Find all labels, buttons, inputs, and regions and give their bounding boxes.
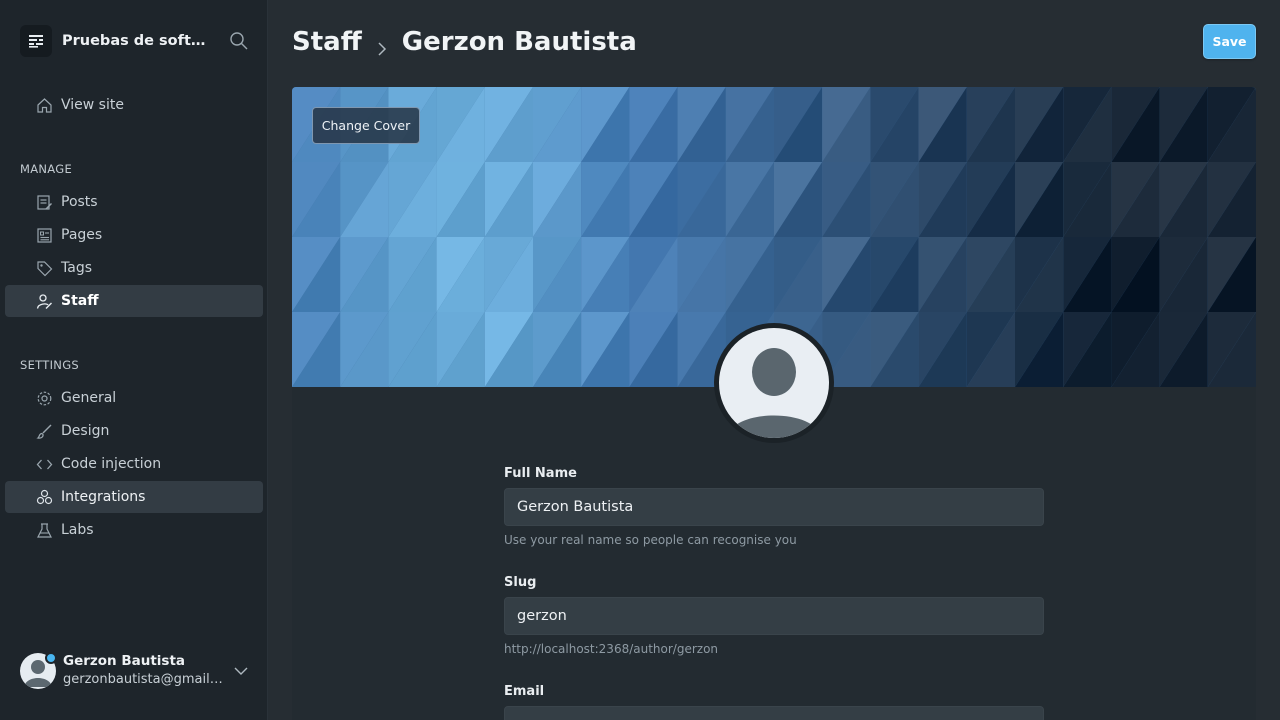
integrations-icon [36, 489, 53, 506]
full-name-field[interactable]: Gerzon Bautista [504, 488, 1044, 526]
brand: Pruebas de software [20, 25, 260, 57]
staff-icon [36, 293, 53, 310]
user-placeholder-icon [719, 328, 829, 438]
search-icon[interactable] [229, 31, 249, 51]
sidebar-item-label: Design [61, 423, 110, 439]
gear-icon [36, 390, 53, 407]
settings-section-title: SETTINGS [20, 358, 80, 372]
brush-icon [36, 423, 53, 440]
slug-label: Slug [504, 575, 537, 590]
change-cover-button[interactable]: Change Cover [312, 107, 420, 144]
user-menu[interactable]: Gerzon Bautista gerzonbautista@gmail.com [20, 652, 260, 692]
sidebar: Pruebas de software View site MANAGE Pos… [0, 0, 268, 720]
sidebar-item-label: Integrations [61, 489, 146, 505]
user-name: Gerzon Bautista [63, 653, 186, 669]
site-title[interactable]: Pruebas de software [62, 33, 217, 49]
flask-icon [36, 522, 53, 539]
slug-help: http://localhost:2368/author/gerzon [504, 642, 719, 656]
sidebar-item-design[interactable]: Design [5, 415, 263, 447]
sidebar-item-integrations[interactable]: Integrations [5, 481, 263, 513]
sidebar-item-label: Pages [61, 227, 103, 243]
sidebar-item-general[interactable]: General [5, 382, 263, 414]
chevron-right-icon [374, 34, 390, 56]
chevron-down-icon[interactable] [233, 663, 249, 679]
posts-icon [36, 194, 53, 211]
full-name-label: Full Name [504, 466, 577, 481]
email-label: Email [504, 684, 545, 699]
notification-dot [45, 652, 57, 664]
sidebar-item-code-injection[interactable]: Code injection [5, 448, 263, 480]
sidebar-item-tags[interactable]: Tags [5, 252, 263, 284]
sidebar-item-label: Labs [61, 522, 94, 538]
sidebar-item-posts[interactable]: Posts [5, 186, 263, 218]
pages-icon [36, 227, 53, 244]
sidebar-item-labs[interactable]: Labs [5, 514, 263, 546]
slug-field[interactable]: gerzon [504, 597, 1044, 635]
manage-section-title: MANAGE [20, 162, 73, 176]
save-button[interactable]: Save [1203, 24, 1256, 59]
full-name-help: Use your real name so people can recogni… [504, 533, 797, 547]
sidebar-item-label: Tags [61, 260, 92, 276]
user-email: gerzonbautista@gmail.com [63, 672, 225, 687]
breadcrumb-staff-link[interactable]: Staff [292, 27, 362, 57]
sidebar-item-label: Code injection [61, 456, 162, 472]
tag-icon [36, 260, 53, 277]
sidebar-item-staff[interactable]: Staff [5, 285, 263, 317]
page-title: Gerzon Bautista [401, 27, 637, 57]
email-field[interactable] [504, 706, 1044, 720]
sidebar-item-label: Posts [61, 194, 98, 210]
code-icon [36, 456, 53, 473]
breadcrumb: Staff Gerzon Bautista [292, 24, 637, 60]
profile-avatar[interactable] [714, 323, 834, 443]
home-icon [36, 97, 53, 114]
sidebar-item-label: View site [61, 97, 124, 113]
sidebar-item-label: Staff [61, 293, 99, 309]
sidebar-item-label: General [61, 390, 117, 406]
sidebar-item-pages[interactable]: Pages [5, 219, 263, 251]
site-logo-icon[interactable] [20, 25, 52, 57]
sidebar-item-view-site[interactable]: View site [5, 89, 263, 121]
